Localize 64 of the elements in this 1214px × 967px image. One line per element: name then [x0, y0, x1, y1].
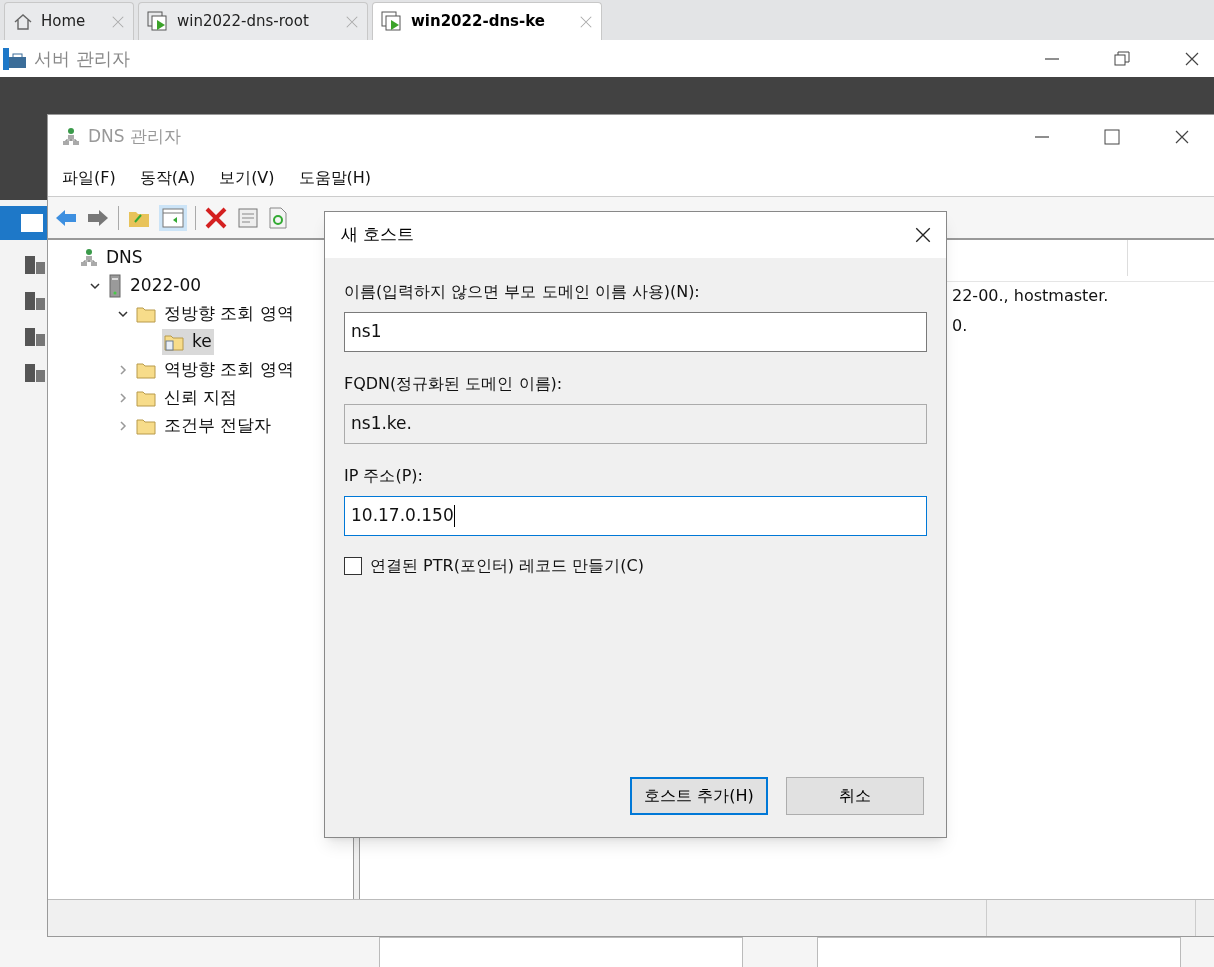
tree-item[interactable]: 정방향 조회 영역 [134, 301, 296, 327]
close-tab-icon[interactable] [579, 14, 593, 29]
folder-icon [136, 305, 156, 323]
home-icon [13, 11, 33, 32]
back-arrow-icon[interactable] [54, 207, 78, 228]
expand-chevron-icon[interactable] [117, 364, 129, 376]
vm-play-icon [147, 10, 169, 33]
console-tree-icon[interactable] [159, 204, 187, 231]
collapse-chevron-icon[interactable] [89, 280, 101, 292]
menu-item[interactable]: 보기(V) [213, 165, 281, 190]
tree-item[interactable]: 역방향 조회 영역 [134, 357, 296, 383]
cancel-button[interactable]: 취소 [786, 777, 924, 815]
collapse-chevron-icon[interactable] [117, 308, 129, 320]
tree-item[interactable]: DNS [78, 245, 145, 271]
local-server-icon[interactable] [23, 254, 47, 276]
forward-arrow-icon[interactable] [86, 207, 110, 228]
close-icon[interactable] [1174, 129, 1190, 145]
tree-item[interactable]: 신뢰 지점 [134, 385, 240, 411]
menu-item[interactable]: 동작(A) [133, 165, 202, 190]
detail-text: 0. [952, 315, 969, 337]
expand-chevron-icon[interactable] [117, 420, 129, 432]
zone-folder-icon [164, 333, 184, 351]
close-icon[interactable] [1184, 50, 1200, 67]
close-icon[interactable] [914, 226, 932, 244]
folder-icon [136, 361, 156, 379]
field-label: IP 주소(P): [344, 465, 424, 487]
refresh-icon[interactable] [268, 205, 288, 230]
tree-item[interactable]: 2022-00 [106, 273, 204, 299]
vm-play-icon [381, 10, 403, 33]
dns-network-icon [62, 127, 80, 147]
input-field[interactable]: ns1 [344, 312, 927, 352]
folder-icon [136, 417, 156, 435]
server-manager-title-bar: 서버 관리자 [0, 40, 1214, 77]
dns-network-icon [80, 248, 98, 268]
restore-icon[interactable] [1114, 50, 1130, 67]
close-tab-icon[interactable] [111, 14, 125, 29]
dns-role-icon[interactable] [23, 326, 47, 348]
add-host-button[interactable]: 호스트 추가(H) [630, 777, 768, 815]
properties-icon[interactable] [236, 205, 260, 230]
expand-chevron-icon[interactable] [117, 392, 129, 404]
menu-item[interactable]: 도움말(H) [292, 165, 378, 190]
maximize-icon[interactable] [1104, 129, 1120, 145]
folder-icon [136, 389, 156, 407]
tree-item[interactable]: 조건부 전달자 [134, 413, 274, 439]
all-servers-icon[interactable] [23, 290, 47, 312]
browser-tab[interactable]: Home [4, 2, 134, 40]
browser-tab[interactable]: win2022-dns-ke [372, 2, 602, 40]
checkbox-label: 연결된 PTR(포인터) 레코드 만들기(C) [370, 555, 644, 577]
delete-icon[interactable] [204, 205, 228, 230]
menu-item[interactable]: 파일(F) [56, 165, 122, 190]
field-label: FQDN(정규화된 도메인 이름): [344, 373, 564, 395]
file-services-icon[interactable] [23, 362, 47, 384]
input-field[interactable]: ns1.ke. [344, 404, 927, 444]
detail-text: 22-00., hostmaster. [952, 285, 1110, 307]
server-manager-icon [2, 46, 28, 71]
input-field[interactable]: 10.17.0.150 [344, 496, 927, 536]
server-icon [108, 274, 122, 298]
field-label: 이름(입력하지 않으면 부모 도메인 이름 사용)(N): [344, 281, 701, 303]
close-tab-icon[interactable] [345, 14, 359, 29]
text-caret [453, 505, 455, 527]
dialog-title: 새 호스트 [341, 223, 415, 247]
browser-tab[interactable]: win2022-dns-root [138, 2, 368, 40]
checkbox[interactable] [344, 557, 362, 575]
tree-item[interactable]: ke [162, 329, 214, 355]
